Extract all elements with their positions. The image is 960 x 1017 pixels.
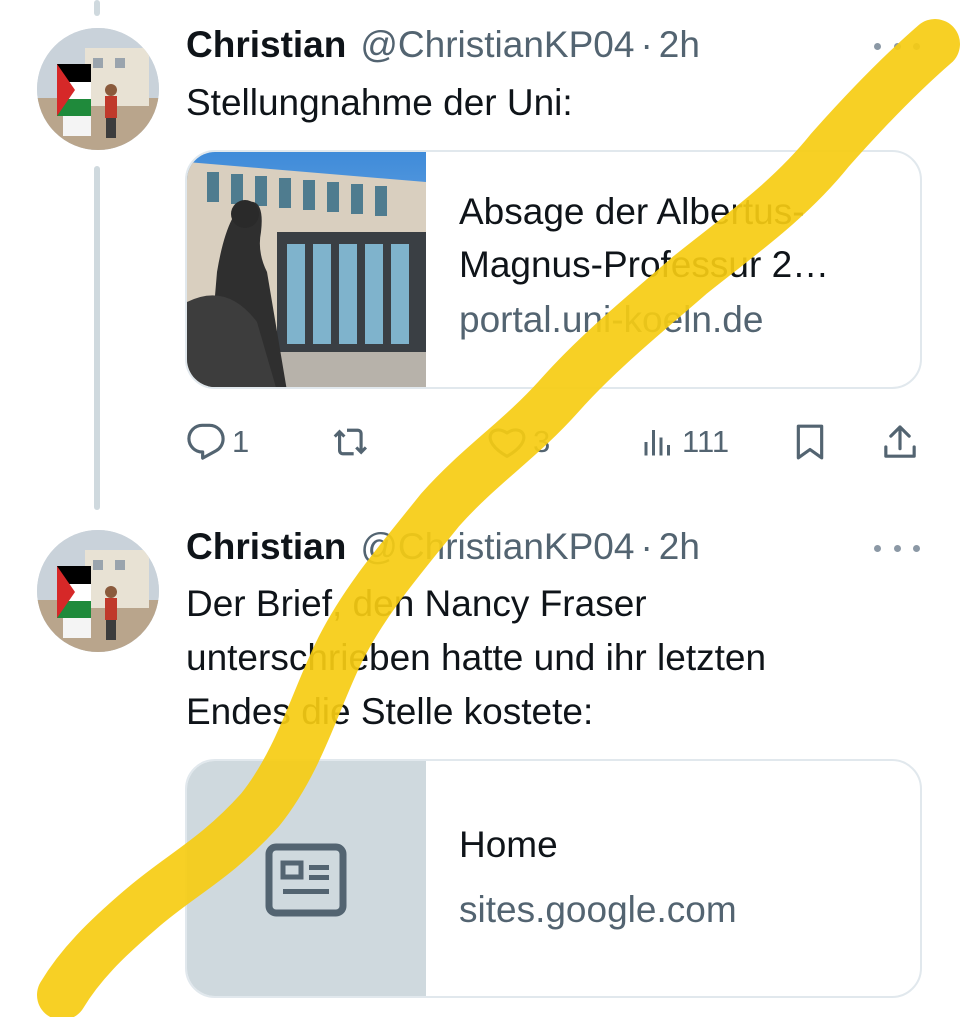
timestamp[interactable]: 2h (659, 526, 700, 568)
tweet-header: Christian @ChristianKP04 · 2h (186, 20, 700, 70)
card-placeholder (187, 761, 426, 996)
author-handle[interactable]: @ChristianKP04 (360, 24, 634, 66)
link-card[interactable]: Absage der Albertus- Magnus-Professur 2…… (185, 150, 922, 389)
thread-line-connector (94, 166, 100, 510)
avatar-photo (37, 530, 159, 652)
reply-button[interactable]: 1 (186, 418, 249, 466)
retweet-button[interactable] (330, 418, 380, 466)
reply-count: 1 (232, 424, 250, 459)
card-title: Home (459, 824, 558, 865)
more-dot (893, 544, 901, 552)
tweet-text: Stellungnahme der Uni: (186, 76, 573, 130)
author-name[interactable]: Christian (186, 526, 346, 568)
separator: · (640, 526, 653, 567)
like-icon (488, 428, 526, 458)
card-title-line: Absage der Albertus- (459, 191, 805, 232)
card-domain: portal.uni-koeln.de (459, 299, 764, 340)
more-dot (893, 42, 901, 50)
timestamp[interactable]: 2h (659, 24, 700, 66)
author-name[interactable]: Christian (186, 24, 346, 66)
separator: · (640, 24, 653, 65)
reply-icon (187, 423, 225, 460)
like-button[interactable]: 3 (487, 418, 550, 466)
avatar[interactable] (37, 28, 159, 150)
tweet-header: Christian @ChristianKP04 · 2h (186, 522, 700, 572)
more-dot (913, 42, 920, 50)
more-icon[interactable] (874, 533, 920, 563)
card-domain: sites.google.com (459, 889, 737, 930)
tweet-text-line: Der Brief, den Nancy Fraser (186, 583, 647, 624)
tweet-text-line: Endes die Stelle kostete: (186, 691, 594, 732)
card-image (187, 152, 426, 387)
article-icon (265, 843, 347, 917)
tweet-text: Der Brief, den Nancy Fraser unterschrieb… (186, 577, 766, 739)
bookmark-button[interactable] (790, 418, 830, 466)
share-icon (884, 425, 916, 458)
card-body: Absage der Albertus- Magnus-Professur 2…… (459, 185, 900, 346)
avatar[interactable] (37, 530, 159, 652)
views-count: 111 (682, 424, 730, 459)
retweet-icon (333, 428, 367, 456)
link-card[interactable]: Home sites.google.com (185, 759, 922, 998)
bookmark-icon (796, 424, 824, 460)
tweet-text-line: Stellungnahme der Uni: (186, 82, 573, 123)
thread-line-top (94, 0, 100, 16)
tweet-text-line: unterschrieben hatte und ihr letzten (186, 637, 767, 678)
card-body: Home sites.google.com (459, 818, 900, 936)
like-count: 3 (533, 424, 551, 459)
more-dot (913, 544, 920, 552)
avatar-photo (37, 28, 159, 150)
author-handle[interactable]: @ChristianKP04 (360, 526, 634, 568)
more-dot (874, 544, 881, 552)
more-icon[interactable] (874, 31, 920, 61)
card-title-line: Magnus-Professur 2… (459, 244, 830, 285)
tweet-actions: 1 3 111 (186, 418, 926, 466)
share-button[interactable] (880, 418, 920, 466)
more-dot (874, 42, 881, 50)
views-icon (644, 430, 670, 456)
views-button[interactable]: 111 (640, 418, 729, 466)
